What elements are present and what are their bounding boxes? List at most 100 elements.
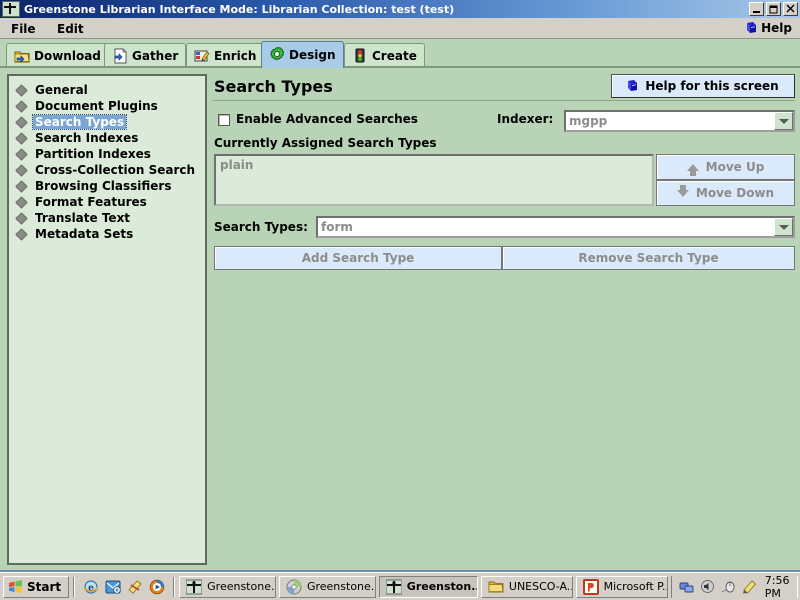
help-for-this-screen-button[interactable]: Help for this screen (611, 74, 795, 98)
minimize-button[interactable] (749, 2, 764, 16)
bullet-icon (15, 163, 28, 177)
powerpoint-icon (582, 578, 599, 595)
pencil-icon[interactable] (742, 579, 757, 594)
maximize-button[interactable] (766, 2, 781, 16)
start-button[interactable]: Start (3, 575, 70, 598)
sidebar-item-label: Metadata Sets (35, 227, 134, 241)
move-up-button[interactable]: Move Up (656, 154, 795, 180)
tab-design[interactable]: Design (261, 41, 344, 68)
volume-icon[interactable] (700, 579, 715, 594)
tab-enrich-label: Enrich (214, 48, 257, 63)
sidebar-item-label: Partition Indexes (35, 147, 151, 161)
title-divider (212, 100, 795, 101)
greenstone-icon (2, 1, 20, 17)
sidebar-item-label: Browsing Classifiers (35, 179, 172, 193)
chevron-down-icon[interactable] (774, 218, 793, 236)
greenstone-icon (385, 579, 403, 595)
task-label: UNESCO-A... (508, 580, 573, 593)
close-button[interactable] (783, 2, 798, 16)
bullet-icon (15, 147, 28, 161)
main-tab-strip: Download Gather Enrich Design Create (0, 40, 800, 68)
add-search-type-button[interactable]: Add Search Type (214, 246, 502, 270)
task-label: Greenstone... (207, 580, 276, 593)
arrow-down-icon (676, 184, 689, 197)
outlook-express-icon[interactable] (105, 579, 121, 595)
search-types-value: form (321, 220, 353, 234)
windows-taskbar: Start e Greenstone... Greenstone... Gree… (0, 572, 800, 600)
move-up-label: Move Up (705, 160, 765, 174)
tab-underline (0, 66, 800, 68)
sidebar-item-label: Format Features (35, 195, 147, 209)
search-types-dropdown[interactable]: form (316, 216, 795, 238)
advanced-searches-row: Enable Advanced Searches Indexer: mgpp (212, 110, 795, 132)
arrow-up-icon (686, 163, 699, 176)
internet-explorer-icon[interactable]: e (83, 579, 99, 595)
network-icon[interactable] (679, 579, 694, 594)
bullet-icon (15, 83, 28, 97)
tab-gather[interactable]: Gather (104, 43, 187, 67)
menu-bar: File Edit Help (0, 18, 800, 39)
list-item[interactable]: plain (220, 158, 648, 172)
menu-file[interactable]: File (6, 21, 41, 37)
currently-assigned-list[interactable]: plain (214, 154, 654, 206)
sidebar-item-label: Document Plugins (35, 99, 158, 113)
chevron-down-icon[interactable] (774, 112, 793, 130)
tab-enrich[interactable]: Enrich (186, 43, 265, 67)
show-desktop-icon[interactable] (127, 579, 143, 595)
search-types-panel: Search Types Help for this screen Enable… (212, 74, 795, 565)
remove-search-type-button[interactable]: Remove Search Type (502, 246, 795, 270)
task-label: Microsoft P... (603, 580, 668, 593)
sidebar-item-format-features[interactable]: Format Features (13, 194, 205, 210)
enable-advanced-searches-checkbox[interactable] (218, 114, 230, 126)
sidebar-item-label: Cross-Collection Search (35, 163, 196, 177)
svg-text:e: e (88, 583, 94, 593)
task-label: Greenston... (406, 580, 478, 593)
sidebar-item-document-plugins[interactable]: Document Plugins (13, 98, 205, 114)
bullet-icon (15, 211, 28, 225)
sidebar-item-cross-collection-search[interactable]: Cross-Collection Search (13, 162, 205, 178)
sidebar-item-search-types[interactable]: Search Types (13, 114, 205, 130)
start-label: Start (27, 579, 62, 594)
menu-edit[interactable]: Edit (52, 21, 89, 37)
tab-download-label: Download (34, 48, 101, 63)
taskbar-clock: 7:56 PM (764, 573, 790, 600)
page-title: Search Types (214, 77, 333, 96)
sidebar-item-search-indexes[interactable]: Search Indexes (13, 130, 205, 146)
help-for-this-screen-label: Help for this screen (645, 79, 779, 93)
tab-download[interactable]: Download (6, 43, 109, 67)
bullet-icon (15, 99, 28, 113)
bullet-icon (15, 131, 28, 145)
search-types-label: Search Types: (214, 220, 308, 234)
media-player-icon[interactable] (149, 579, 165, 595)
task-button-greenstone-2[interactable]: Greenstone... (278, 575, 376, 598)
move-down-label: Move Down (695, 186, 775, 200)
sidebar-item-general[interactable]: General (13, 82, 205, 98)
task-button-greenstone-1[interactable]: Greenstone... (179, 575, 276, 598)
bullet-icon (15, 195, 28, 209)
sidebar-item-translate-text[interactable]: Translate Text (13, 210, 205, 226)
title-bar: Greenstone Librarian Interface Mode: Lib… (0, 0, 800, 18)
windows-flag-icon (8, 579, 23, 594)
tab-create-label: Create (372, 48, 417, 63)
sidebar-item-label: Search Types (31, 114, 128, 130)
sidebar-item-metadata-sets[interactable]: Metadata Sets (13, 226, 205, 242)
create-trafficlight-icon (352, 48, 368, 64)
sidebar-item-label: Translate Text (35, 211, 131, 225)
search-types-row: Search Types: form (212, 216, 795, 240)
help-book-icon (746, 22, 757, 34)
window-title: Greenstone Librarian Interface Mode: Lib… (24, 2, 455, 16)
enable-advanced-searches-label: Enable Advanced Searches (236, 112, 418, 126)
sidebar-item-partition-indexes[interactable]: Partition Indexes (13, 146, 205, 162)
menu-help[interactable]: Help (746, 21, 792, 35)
tab-create[interactable]: Create (344, 43, 425, 67)
move-down-button[interactable]: Move Down (656, 180, 795, 206)
task-button-powerpoint[interactable]: Microsoft P... (575, 575, 668, 598)
sidebar-item-browsing-classifiers[interactable]: Browsing Classifiers (13, 178, 205, 194)
window-controls (749, 2, 798, 16)
mouse-icon[interactable] (721, 579, 736, 594)
task-button-unesco[interactable]: UNESCO-A... (480, 575, 573, 598)
bullet-icon (15, 115, 28, 129)
indexer-dropdown[interactable]: mgpp (564, 110, 795, 132)
sidebar-item-label: General (35, 83, 88, 97)
task-button-greenstone-active[interactable]: Greenston... (378, 575, 478, 598)
